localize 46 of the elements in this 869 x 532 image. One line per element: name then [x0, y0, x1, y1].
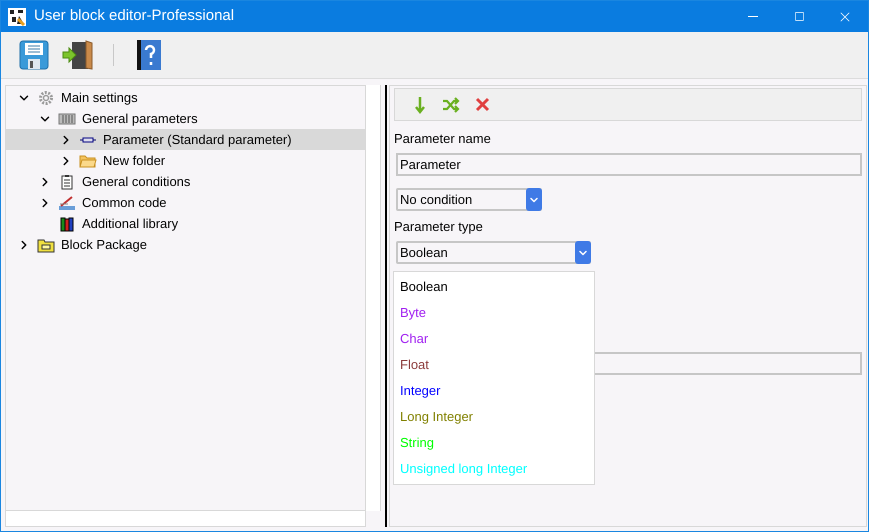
dropdown-option[interactable]: Byte [394, 300, 594, 326]
tree-item[interactable]: Additional library [6, 213, 365, 234]
delete-x-icon [474, 97, 490, 112]
parameter-type-select[interactable]: Boolean [396, 241, 591, 264]
shuffle-icon [442, 96, 460, 112]
tree-item[interactable]: General conditions [6, 171, 365, 192]
field-label: Parameter name [394, 131, 492, 147]
tree-label: New folder [103, 152, 166, 170]
save-button[interactable] [17, 38, 51, 72]
condition-select[interactable]: No condition [396, 188, 542, 211]
field-label: Parameter type [394, 219, 484, 235]
minimize-icon [748, 16, 758, 17]
package-icon [37, 236, 55, 252]
maximize-icon [794, 11, 804, 22]
parameter-name-field[interactable]: Parameter [396, 153, 862, 176]
tree-label: General parameters [82, 110, 198, 128]
tree-label: Additional library [82, 214, 178, 233]
dropdown-option[interactable]: Long Integer [394, 404, 594, 430]
tree-item[interactable]: Main settings [6, 87, 365, 108]
select-value: Boolean [399, 244, 449, 262]
code-icon [58, 194, 76, 210]
dropdown-option[interactable]: Boolean [394, 274, 594, 300]
tree-item[interactable]: Parameter (Standard parameter) [6, 129, 365, 150]
tree-label: General conditions [82, 172, 190, 191]
tree-item[interactable]: Common code [6, 192, 365, 213]
tree-label: Parameter (Standard parameter) [103, 130, 292, 149]
help-book-icon [135, 39, 163, 71]
books-icon [58, 216, 76, 232]
tree-item[interactable]: Block Package [6, 234, 365, 255]
tree-label: Common code [82, 194, 167, 212]
tree-label: Block Package [61, 236, 147, 254]
gear-icon [37, 90, 55, 106]
exit-button[interactable] [61, 38, 95, 72]
arrow-down-icon [414, 96, 426, 114]
app-logo-icon [8, 8, 26, 26]
dropdown-option[interactable]: Char [394, 326, 594, 352]
tree-label: Main settings [61, 88, 138, 107]
select-value: No condition [399, 191, 474, 209]
door-exit-icon [62, 39, 94, 71]
sliders-icon [58, 110, 76, 126]
tree-item[interactable]: General parameters [6, 108, 365, 129]
dropdown-option[interactable]: Float [394, 352, 594, 378]
window-title: User block editor-Professional [34, 6, 234, 26]
folder-icon [79, 152, 97, 168]
tree-item[interactable]: New folder [6, 150, 365, 171]
dropdown-option[interactable]: Integer [394, 378, 594, 404]
